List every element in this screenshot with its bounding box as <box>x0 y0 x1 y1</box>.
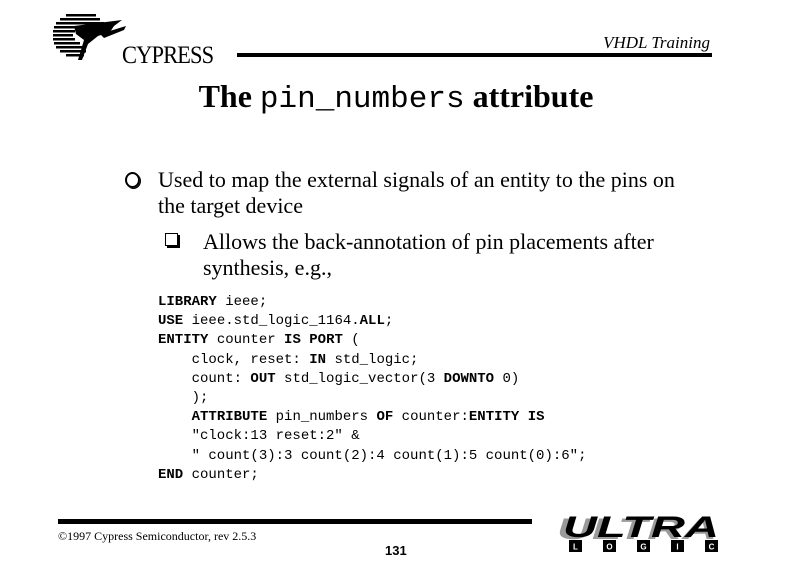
page-number: 131 <box>385 543 407 558</box>
code-line: count: OUT std_logic_vector(3 DOWNTO 0) <box>158 370 586 389</box>
logic-letter: C <box>709 543 715 552</box>
code-line: clock, reset: IN std_logic; <box>158 351 586 370</box>
logic-letter: I <box>676 543 678 552</box>
code-keyword: ATTRIBUTE <box>191 409 268 426</box>
header-divider <box>237 53 712 57</box>
code-text: ); <box>158 389 209 406</box>
circle-bullet-icon <box>125 172 140 188</box>
code-text: counter <box>208 332 285 349</box>
code-line: END counter; <box>158 466 586 485</box>
cypress-logo: CYPRESS <box>52 12 222 69</box>
sub-bullet-item: Allows the back-annotation of pin placem… <box>165 229 673 281</box>
code-keyword: ENTITY <box>158 332 209 349</box>
code-line: ); <box>158 389 586 408</box>
slide-title: The pin_numbers attribute <box>0 78 792 117</box>
code-keyword: IN <box>309 351 327 368</box>
code-text: counter; <box>183 466 259 483</box>
bullet-item: Used to map the external signals of an e… <box>125 167 678 219</box>
code-line: LIBRARY ieee; <box>158 293 586 312</box>
square-bullet-icon <box>165 233 178 246</box>
code-text: count: <box>158 370 251 387</box>
code-keyword: ENTITY IS <box>468 409 545 426</box>
code-text: ; <box>384 313 394 330</box>
code-text: counter: <box>393 409 469 426</box>
code-text: " count(3):3 count(2):4 count(1):5 count… <box>158 447 587 464</box>
bullet-text: Allows the back-annotation of pin placem… <box>203 229 654 280</box>
code-keyword: IS <box>284 332 301 349</box>
code-keyword: END <box>158 466 184 483</box>
code-text: std_logic; <box>326 351 419 368</box>
code-block: LIBRARY ieee; USE ieee.std_logic_1164.ALL… <box>158 293 586 485</box>
code-text: ieee.std_logic_1164. <box>183 313 360 330</box>
bullet-text: Used to map the external signals of an e… <box>158 167 675 218</box>
title-prefix: The <box>198 78 252 114</box>
code-text: 0) <box>494 370 520 387</box>
footer-divider <box>58 519 532 524</box>
code-line: ATTRIBUTE pin_numbers OF counter:ENTITY … <box>158 408 586 427</box>
code-text: "clock:13 reset:2" & <box>158 428 360 445</box>
logic-letter: L <box>573 543 578 552</box>
logic-letter: O <box>606 543 612 552</box>
code-text: ( <box>342 332 360 349</box>
code-keyword: PORT <box>309 332 343 349</box>
ultra-logic-logo: ULTRA ULTRA LOGIC <box>557 513 719 552</box>
title-suffix: attribute <box>472 78 594 114</box>
code-line: ENTITY counter IS PORT ( <box>158 331 586 350</box>
cypress-wordmark: CYPRESS <box>122 42 214 69</box>
course-title: VHDL Training <box>603 33 710 52</box>
code-keyword: DOWNTO <box>443 370 495 387</box>
title-code: pin_numbers <box>259 82 465 117</box>
code-line: "clock:13 reset:2" & <box>158 427 586 446</box>
cypress-tree-icon <box>53 14 126 60</box>
ultra-text: ULTRA <box>563 513 719 544</box>
code-keyword: LIBRARY <box>158 294 217 310</box>
code-keyword: OUT <box>250 370 276 387</box>
code-text: clock, reset: <box>158 351 310 368</box>
copyright-text: ©1997 Cypress Semiconductor, rev 2.5.3 <box>58 529 257 543</box>
code-line: " count(3):3 count(2):4 count(1):5 count… <box>158 447 587 466</box>
code-keyword: USE <box>158 313 184 330</box>
code-text: std_logic_vector(3 <box>275 370 444 387</box>
code-text: pin_numbers <box>267 409 377 426</box>
code-keyword: OF <box>376 409 394 426</box>
code-text: ieee; <box>216 294 268 310</box>
code-keyword: ALL <box>359 313 385 330</box>
code-line: USE ieee.std_logic_1164.ALL; <box>158 312 586 331</box>
logic-letter: G <box>640 543 646 552</box>
